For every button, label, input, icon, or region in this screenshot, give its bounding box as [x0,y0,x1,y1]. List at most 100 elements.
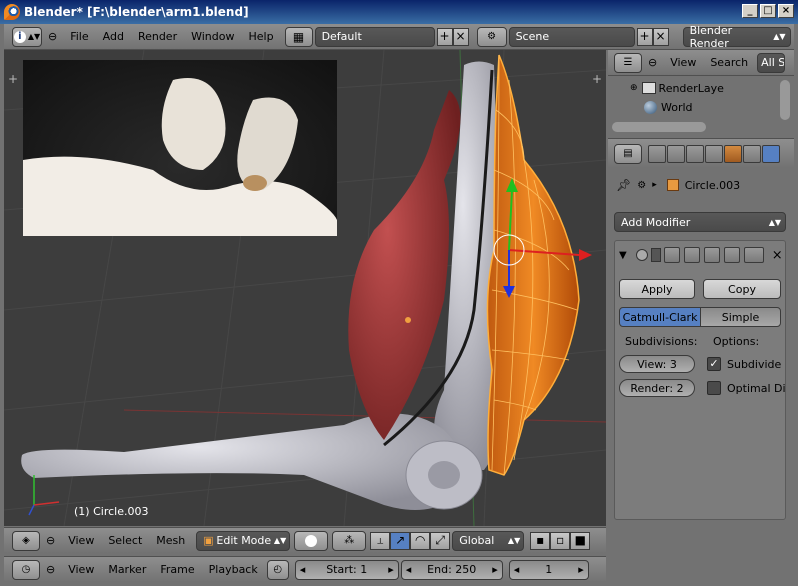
move-up-down-icon[interactable] [743,247,764,263]
render-levels-field[interactable]: Render: 2 [619,379,695,397]
3d-viewport[interactable]: + + (1) Circle.003 [4,50,606,526]
editor-type-3dview-button[interactable]: ◈ [12,530,40,551]
outliner-item-label: RenderLaye [658,81,724,95]
modifier-wrench-tab-icon[interactable] [762,144,780,163]
close-window-button[interactable]: × [778,4,794,18]
current-frame-field[interactable]: ◂ 1 ▸ [508,559,589,580]
editor-type-info-button[interactable]: i ▲▼ [12,26,42,47]
collapse-menu-icon[interactable]: ⊖ [46,534,55,547]
render-toggle-icon[interactable] [663,247,680,263]
menu-view[interactable]: View [61,534,101,547]
expand-icon[interactable]: ⊕ [630,83,638,93]
editor-type-timeline-button[interactable]: ◷ [12,559,40,580]
outliner-row-renderlayers[interactable]: ⊕ RenderLaye [630,79,724,97]
delete-scene-button[interactable]: × [652,27,669,46]
viewport-eye-icon[interactable] [683,247,700,263]
rotate-manipulator-button[interactable]: ◠ [410,531,431,550]
constraints-tab-icon[interactable] [743,144,761,163]
optimal-display-row[interactable]: Optimal Di [707,381,787,395]
scene-path-icon: ⚙ [637,179,647,191]
menu-view[interactable]: View [663,56,703,69]
apply-button[interactable]: Apply [619,279,695,299]
scene-tab-icon[interactable] [686,144,704,163]
menu-search[interactable]: Search [703,56,755,69]
editor-type-properties-button[interactable]: ▤ [614,143,642,164]
render-layers-tab-icon[interactable] [667,144,685,163]
pivot-point-button[interactable]: ⁂ [332,530,367,551]
modifier-name-field[interactable] [650,248,661,262]
collapse-menu-icon[interactable]: ⊖ [648,56,657,69]
info-icon: i [13,30,26,43]
menu-window[interactable]: Window [184,30,241,43]
viewport-shading-button[interactable] [294,530,329,551]
end-frame-field[interactable]: ◂ End: 250 ▸ [400,559,503,580]
editmode-toggle-icon[interactable] [703,247,720,263]
context-object-name: Circle.003 [684,178,741,192]
menu-playback[interactable]: Playback [202,563,265,576]
collapse-menu-icon[interactable]: ⊖ [46,563,55,576]
cage-toggle-icon[interactable] [723,247,740,263]
collapse-triangle-icon[interactable]: ▼ [619,250,627,261]
photo-bone-shape [23,156,337,236]
outliner-horizontal-scrollbar[interactable] [612,122,706,132]
menu-frame[interactable]: Frame [153,563,201,576]
add-layout-button[interactable]: + [436,27,453,46]
mode-dropdown[interactable]: ▣ Edit Mode ▲▼ [196,530,291,551]
delete-layout-button[interactable]: × [452,27,469,46]
scale-manipulator-button[interactable]: ⤢ [430,531,451,550]
menu-add[interactable]: Add [96,30,131,43]
edge-select-button[interactable]: ▫ [550,531,571,550]
minimize-button[interactable]: _ [742,4,758,18]
transform-orientation-dropdown[interactable]: Global ▲▼ [452,530,525,551]
active-object-label: (1) Circle.003 [74,505,149,518]
view-levels-value: View: 3 [637,357,677,371]
world-tab-icon[interactable] [705,144,723,163]
translate-manipulator-button[interactable]: ↗ [390,531,411,550]
simple-button[interactable]: Simple [700,307,781,327]
collapse-menu-icon[interactable]: ⊖ [48,30,57,43]
remove-modifier-icon[interactable]: × [772,248,783,263]
scene-type-button[interactable]: ⚙ [476,26,507,47]
maximize-button[interactable]: □ [760,4,776,18]
object-tab-icon[interactable] [724,144,742,163]
menu-file[interactable]: File [63,30,95,43]
face-select-button[interactable]: ■ [570,531,591,550]
optimal-display-checkbox[interactable] [707,381,721,395]
render-tab-icon[interactable] [648,144,666,163]
modifier-header-row: ▼ × [619,247,783,263]
add-modifier-dropdown[interactable]: Add Modifier ▲▼ [614,212,786,232]
screen-layout-dropdown[interactable]: Default [314,26,435,47]
window-title: Blender* [F:\blender\arm1.blend] [24,5,249,19]
blender-logo-icon [4,4,20,20]
menu-help[interactable]: Help [241,30,280,43]
menu-render[interactable]: Render [131,30,184,43]
manipulator-toggle[interactable]: ⟂ [370,531,391,550]
catmull-clark-button[interactable]: Catmull-Clark [619,307,701,327]
outliner-filter-dropdown[interactable]: All S [757,52,786,73]
selected-mesh-circle003[interactable] [486,54,580,476]
menu-mesh[interactable]: Mesh [149,534,192,547]
increment-arrow-icon: ▸ [578,563,584,576]
menu-view[interactable]: View [61,563,101,576]
subdivide-uvs-checkbox[interactable]: ✓ [707,357,721,371]
outliner-row-world[interactable]: World [644,98,693,116]
subdivide-uvs-row[interactable]: ✓ Subdivide [707,357,781,371]
render-engine-dropdown[interactable]: Blender Render ▲▼ [682,24,791,50]
screen-layout-type-button[interactable]: ▦ [284,26,313,47]
start-frame-field[interactable]: ◂ Start: 1 ▸ [294,559,399,580]
pin-icon[interactable]: 📌︎ [616,178,631,192]
outliner-vertical-scrollbar[interactable] [780,80,790,120]
vertex-select-button[interactable]: ▪ [530,531,551,550]
solid-sphere-icon [305,534,318,547]
view-levels-field[interactable]: View: 3 [619,355,695,373]
menu-marker[interactable]: Marker [101,563,153,576]
menu-select[interactable]: Select [101,534,149,547]
preview-range-button[interactable]: ◴ [266,559,289,580]
scene-dropdown[interactable]: Scene [508,26,635,47]
copy-button[interactable]: Copy [703,279,781,299]
properties-plus-icon[interactable]: + [592,72,602,86]
editor-type-outliner-button[interactable]: ☰ [614,52,642,73]
manipulator-x-arrow[interactable] [579,249,592,261]
toolshelf-plus-icon[interactable]: + [8,72,18,86]
add-scene-button[interactable]: + [636,27,653,46]
